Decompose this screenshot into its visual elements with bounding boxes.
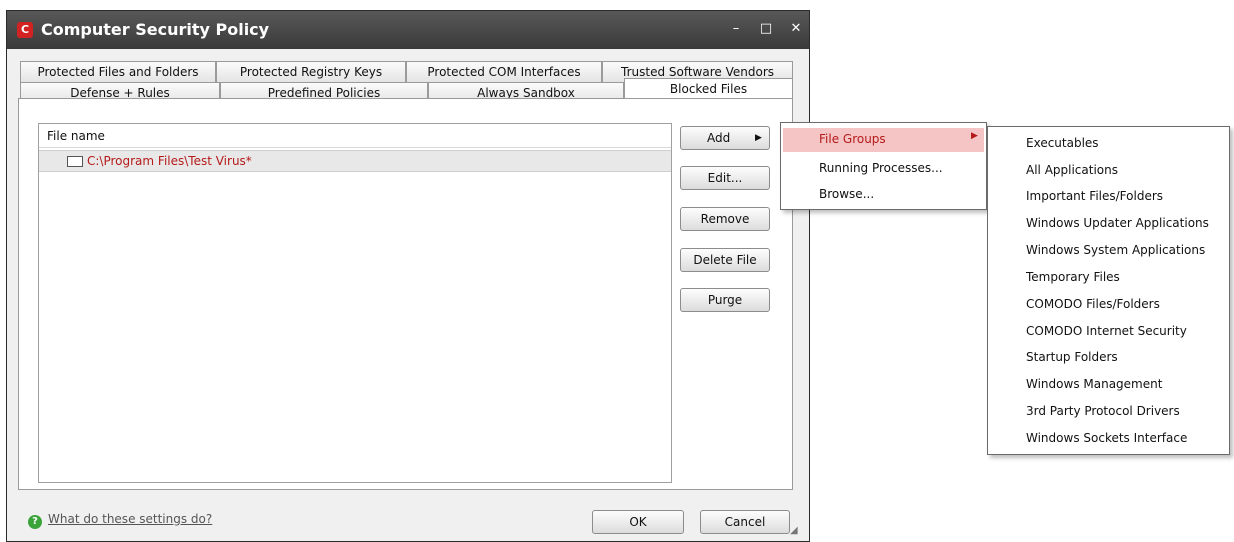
menu-item-running-processes[interactable]: Running Processes... [819, 161, 943, 175]
comodo-logo-icon: C [17, 22, 33, 38]
menu-item-comodo-files-folders[interactable]: COMODO Files/Folders [1026, 297, 1160, 311]
help-link[interactable]: What do these settings do? [48, 512, 212, 526]
resize-grip-icon[interactable]: ◢ [790, 525, 798, 536]
menu-item-3rd-party-protocol-drivers[interactable]: 3rd Party Protocol Drivers [1026, 404, 1180, 418]
submenu-arrow-icon: ▶ [971, 131, 978, 141]
menu-item-comodo-internet-security[interactable]: COMODO Internet Security [1026, 324, 1187, 338]
help-icon: ? [28, 515, 42, 529]
menu-item-executables[interactable]: Executables [1026, 136, 1099, 150]
menu-item-windows-system-applications[interactable]: Windows System Applications [1026, 243, 1205, 257]
edit-button[interactable]: Edit... [680, 166, 770, 190]
add-button[interactable]: Add ▶ [680, 126, 770, 150]
blocked-files-list[interactable]: File name C:\Program Files\Test Virus* [38, 123, 672, 483]
menu-item-windows-updater-applications[interactable]: Windows Updater Applications [1026, 216, 1209, 230]
table-row[interactable]: C:\Program Files\Test Virus* [39, 150, 671, 172]
minimize-button[interactable]: – [727, 21, 745, 36]
ok-button[interactable]: OK [592, 510, 684, 534]
menu-item-temporary-files[interactable]: Temporary Files [1026, 270, 1120, 284]
menu-item-startup-folders[interactable]: Startup Folders [1026, 350, 1118, 364]
menu-item-windows-sockets-interface[interactable]: Windows Sockets Interface [1026, 431, 1187, 445]
purge-button[interactable]: Purge [680, 288, 770, 312]
menu-item-file-groups[interactable]: File Groups [819, 132, 886, 146]
add-button-label: Add [707, 131, 731, 145]
column-header-file-name[interactable]: File name [39, 124, 671, 148]
file-icon [67, 156, 83, 167]
tab-protected-files-and-folders[interactable]: Protected Files and Folders [20, 61, 216, 82]
close-button[interactable]: ✕ [787, 21, 805, 36]
menu-item-browse[interactable]: Browse... [819, 187, 874, 201]
file-path: C:\Program Files\Test Virus* [87, 154, 252, 168]
menu-item-windows-management[interactable]: Windows Management [1026, 377, 1162, 391]
window-title: Computer Security Policy [41, 20, 270, 39]
menu-item-important-files-folders[interactable]: Important Files/Folders [1026, 189, 1163, 203]
add-menu: File Groups ▶ Running Processes... Brows… [780, 122, 987, 210]
submenu-arrow-icon: ▶ [755, 133, 762, 143]
file-groups-submenu: Executables All Applications Important F… [987, 126, 1230, 455]
cancel-button[interactable]: Cancel [700, 510, 790, 534]
delete-file-button[interactable]: Delete File [680, 248, 770, 272]
title-bar[interactable]: C Computer Security Policy – □ ✕ [7, 11, 809, 49]
menu-item-all-applications[interactable]: All Applications [1026, 163, 1118, 177]
remove-button[interactable]: Remove [680, 207, 770, 231]
maximize-button[interactable]: □ [757, 21, 775, 36]
tab-protected-registry-keys[interactable]: Protected Registry Keys [216, 61, 406, 82]
tab-protected-com-interfaces[interactable]: Protected COM Interfaces [406, 61, 602, 82]
